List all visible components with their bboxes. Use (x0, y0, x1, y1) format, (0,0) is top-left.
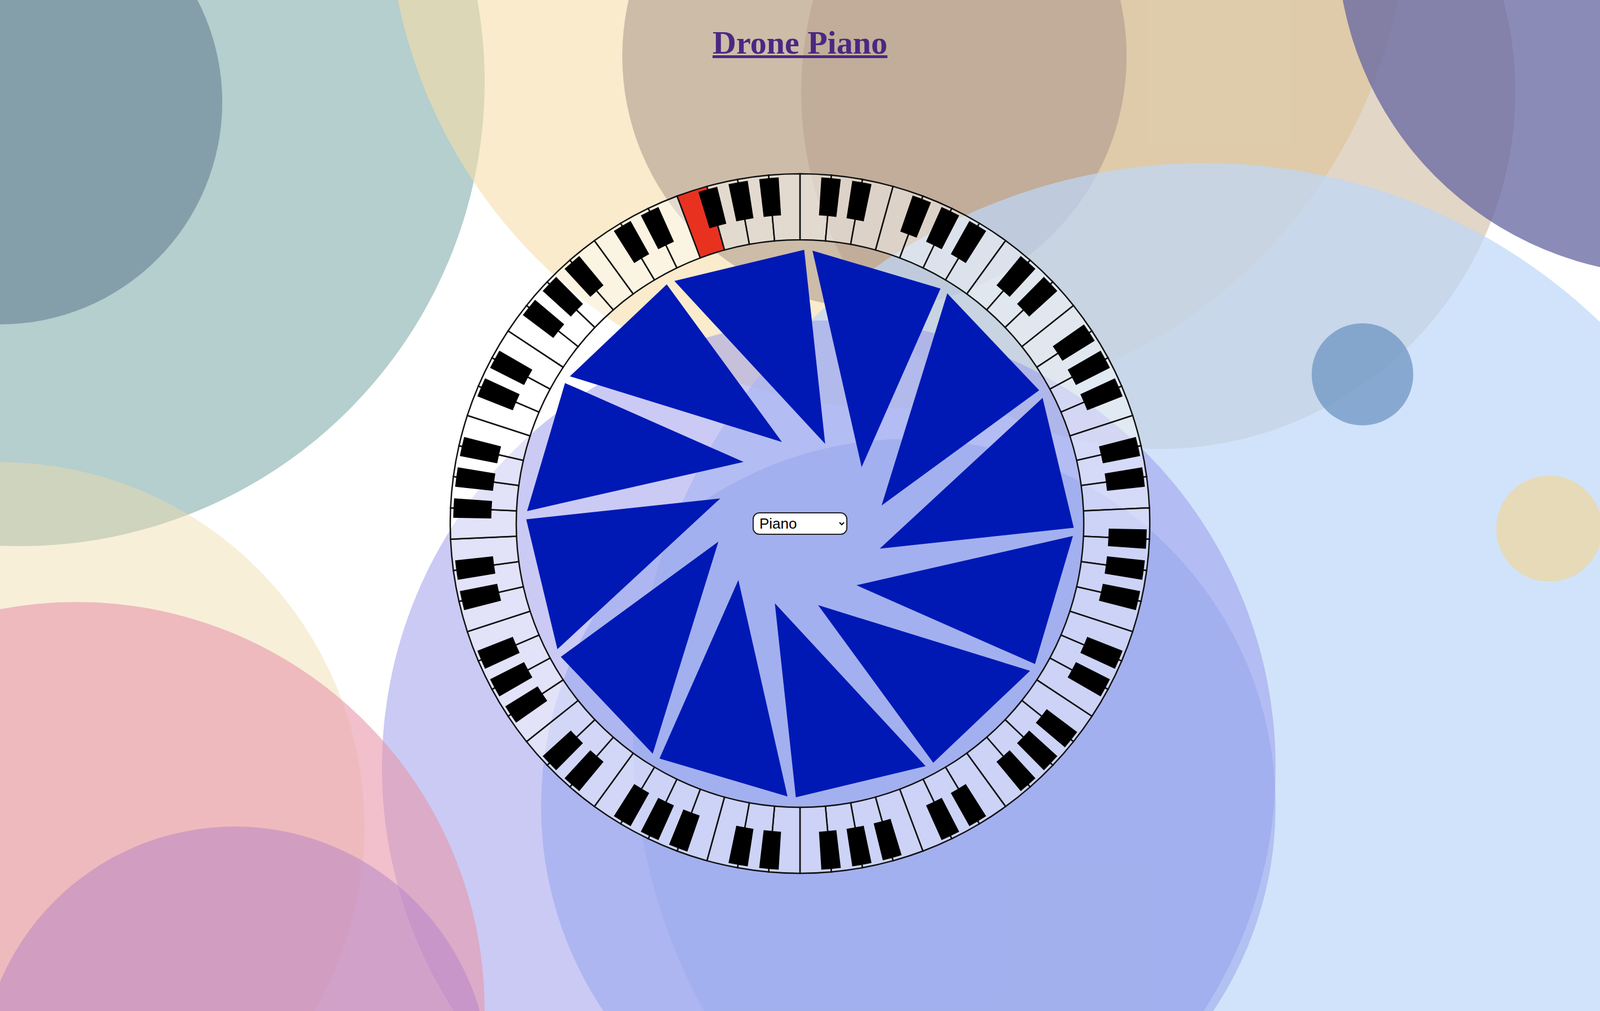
black-key[interactable] (1105, 467, 1145, 491)
black-key[interactable] (1099, 584, 1140, 610)
black-key[interactable] (759, 830, 781, 870)
black-key[interactable] (846, 181, 872, 222)
black-key[interactable] (506, 686, 547, 722)
black-key[interactable] (490, 351, 533, 385)
black-key[interactable] (728, 181, 754, 222)
drone-pad[interactable] (774, 603, 926, 798)
black-key[interactable] (759, 177, 781, 217)
black-key[interactable] (1067, 662, 1110, 697)
black-key[interactable] (900, 196, 931, 238)
black-key[interactable] (477, 637, 520, 669)
black-key[interactable] (996, 750, 1035, 791)
black-key[interactable] (453, 498, 492, 518)
black-key[interactable] (641, 798, 674, 840)
black-key[interactable] (1053, 324, 1094, 360)
black-key[interactable] (614, 784, 649, 826)
black-key[interactable] (1017, 731, 1057, 770)
black-key[interactable] (819, 830, 841, 870)
black-key[interactable] (460, 584, 501, 610)
black-key[interactable] (641, 207, 674, 249)
background-circle (1496, 475, 1600, 582)
black-key[interactable] (543, 277, 583, 316)
black-key[interactable] (728, 825, 754, 867)
black-key[interactable] (996, 256, 1035, 297)
black-key[interactable] (951, 784, 986, 826)
black-key[interactable] (669, 810, 700, 852)
black-key[interactable] (1080, 637, 1123, 669)
black-key[interactable] (1080, 379, 1123, 411)
black-key[interactable] (523, 300, 564, 338)
black-key[interactable] (490, 662, 533, 697)
title-link[interactable]: Drone Piano (712, 24, 888, 61)
black-key[interactable] (614, 221, 649, 263)
drone-pad[interactable] (526, 498, 721, 649)
black-key[interactable] (477, 379, 520, 411)
black-key[interactable] (874, 819, 902, 860)
background-circle (0, 0, 485, 547)
black-key[interactable] (1017, 277, 1057, 316)
background-circle (1311, 323, 1414, 426)
black-key[interactable] (565, 256, 604, 297)
instrument-select[interactable]: Piano (752, 512, 848, 535)
black-key[interactable] (926, 798, 959, 840)
content: Drone Piano Piano (0, 0, 1600, 879)
drone-pad[interactable] (879, 397, 1074, 549)
black-key[interactable] (543, 731, 583, 770)
black-key[interactable] (460, 437, 501, 463)
title: Drone Piano (712, 24, 888, 62)
black-key[interactable] (455, 556, 496, 580)
black-key[interactable] (1099, 437, 1140, 463)
black-key[interactable] (926, 207, 959, 249)
drone-wheel: Piano (444, 168, 1156, 879)
black-key[interactable] (846, 825, 872, 867)
drone-pad[interactable] (674, 249, 825, 445)
black-key[interactable] (951, 221, 986, 263)
black-key[interactable] (565, 750, 604, 791)
black-key[interactable] (455, 467, 496, 491)
black-key[interactable] (1036, 709, 1077, 747)
black-key[interactable] (1108, 529, 1147, 549)
black-key[interactable] (819, 177, 841, 217)
black-key[interactable] (699, 187, 727, 228)
black-key[interactable] (1067, 351, 1110, 385)
black-key[interactable] (1105, 556, 1145, 580)
page: Drone Piano Piano (0, 0, 1600, 1011)
